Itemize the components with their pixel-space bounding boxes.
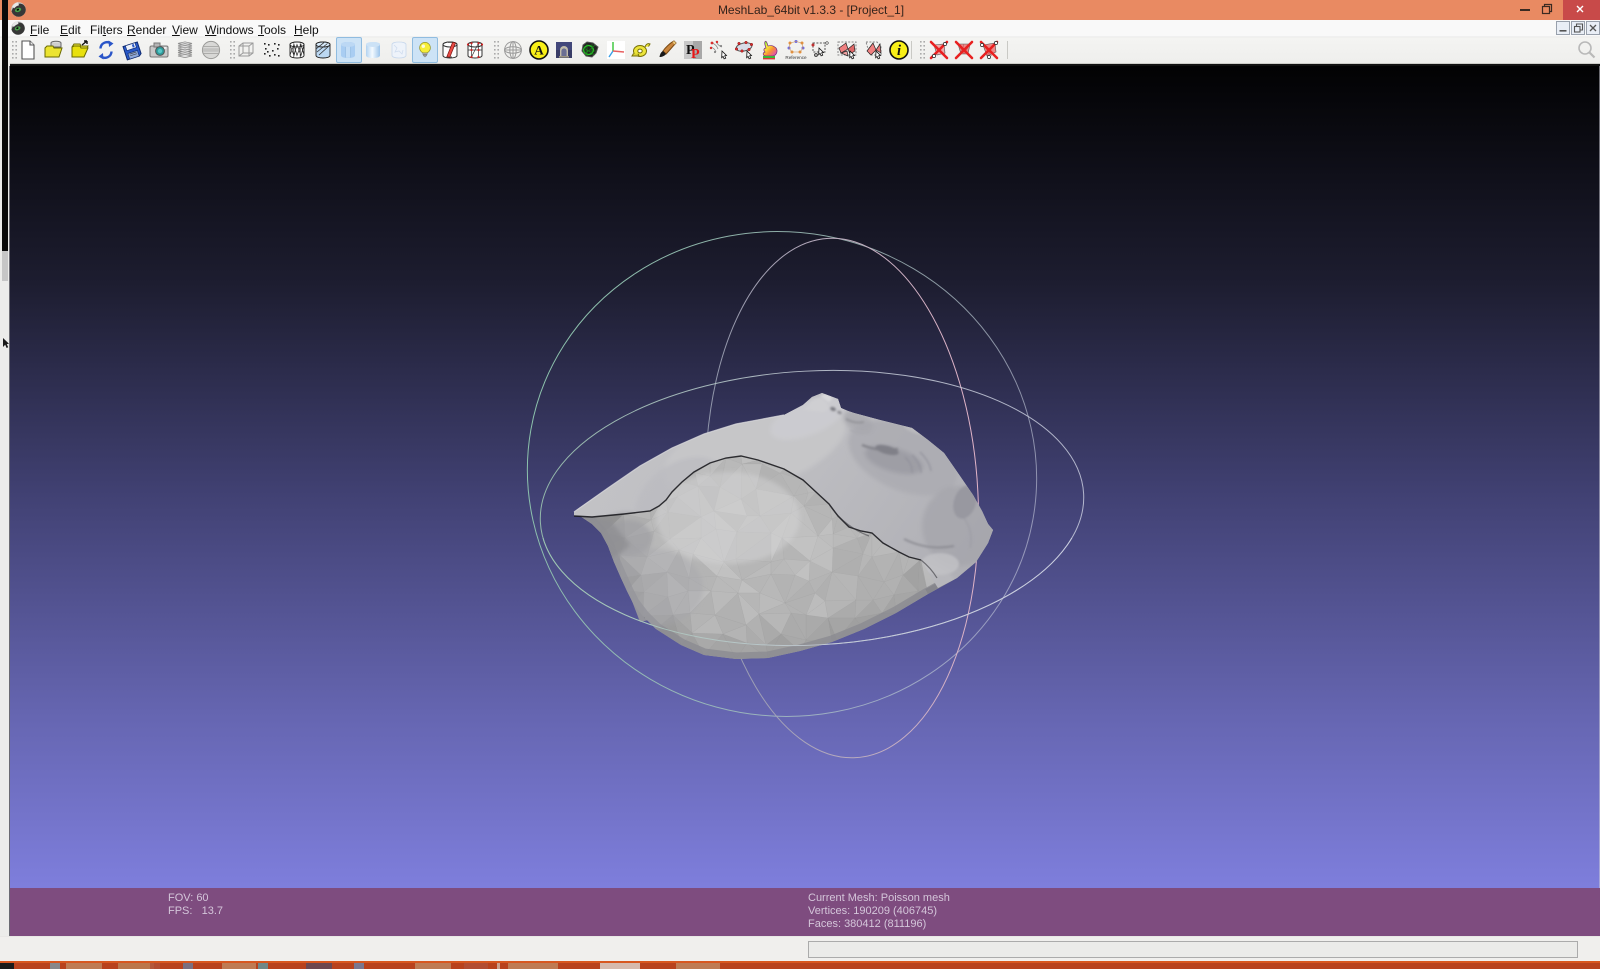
svg-text:Reference: Reference [785, 55, 807, 60]
svg-text:i: i [897, 43, 901, 59]
svg-text:A: A [534, 43, 544, 58]
svg-text:P: P [691, 47, 700, 61]
